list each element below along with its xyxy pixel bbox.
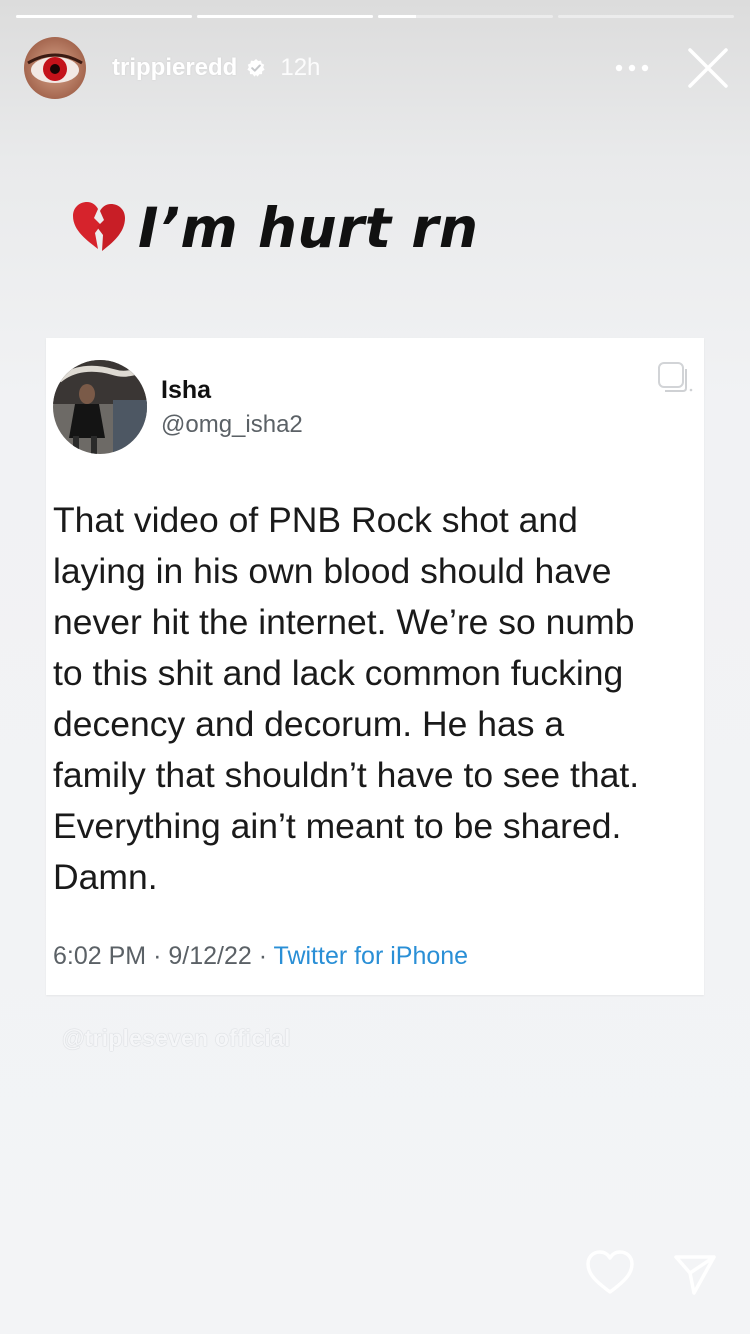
heart-icon[interactable]	[584, 1248, 636, 1298]
tweet-text-line: That video of PNB Rock shot and	[53, 500, 578, 540]
tweet-avatar	[53, 360, 147, 454]
meta-separator: ·	[153, 942, 162, 970]
tweet-text-line: decency and decorum. He has a	[53, 704, 565, 744]
story-header: trippieredd 12h	[24, 36, 730, 100]
progress-segment	[377, 15, 554, 18]
more-options-icon[interactable]	[612, 48, 652, 88]
tweet-date: 9/12/22	[168, 942, 252, 970]
tweet-text-line: laying in his own blood should have	[53, 551, 612, 591]
tweet-text-line: never hit the internet. We’re so numb	[53, 602, 635, 642]
progress-segment	[16, 15, 192, 18]
tweet-text: That video of PNB Rock shot and laying i…	[53, 495, 703, 903]
tweet-text-line: to this shit and lack common fucking	[53, 653, 624, 693]
tweet-author-handle: @omg_isha2	[161, 411, 303, 438]
progress-segment	[558, 15, 734, 18]
story-time: 12h	[280, 54, 321, 81]
verified-badge-icon	[246, 58, 266, 78]
story-progress-bar	[16, 15, 734, 19]
avatar[interactable]	[24, 37, 86, 99]
tweet-author-name: Isha	[161, 376, 212, 404]
tweet-text-line: Damn.	[53, 857, 158, 897]
tweet-source: Twitter for iPhone	[273, 942, 469, 970]
progress-segment	[196, 15, 373, 18]
caption-text: I’m hurt rn	[138, 196, 479, 260]
meta-separator: ·	[258, 942, 268, 970]
story-mention-watermark[interactable]: @tripleseven official	[62, 1025, 291, 1052]
tweet-meta: 6:02 PM · 9/12/22 · Twitter for iPhone	[53, 942, 468, 971]
tweet-text-line: family that shouldn’t have to see that.	[53, 755, 640, 795]
close-icon[interactable]	[686, 46, 730, 90]
tweet-text-line: Everything ain’t meant to be shared.	[53, 806, 622, 846]
tweet-card: Isha @omg_isha2 That video of PNB Rock s…	[46, 338, 704, 995]
story-caption: I’m hurt rn	[70, 196, 478, 260]
send-icon[interactable]	[672, 1251, 718, 1297]
broken-heart-emoji	[70, 200, 126, 257]
copy-icon	[656, 360, 694, 394]
story-username[interactable]: trippieredd	[112, 54, 237, 82]
tweet-time: 6:02 PM	[53, 942, 147, 970]
